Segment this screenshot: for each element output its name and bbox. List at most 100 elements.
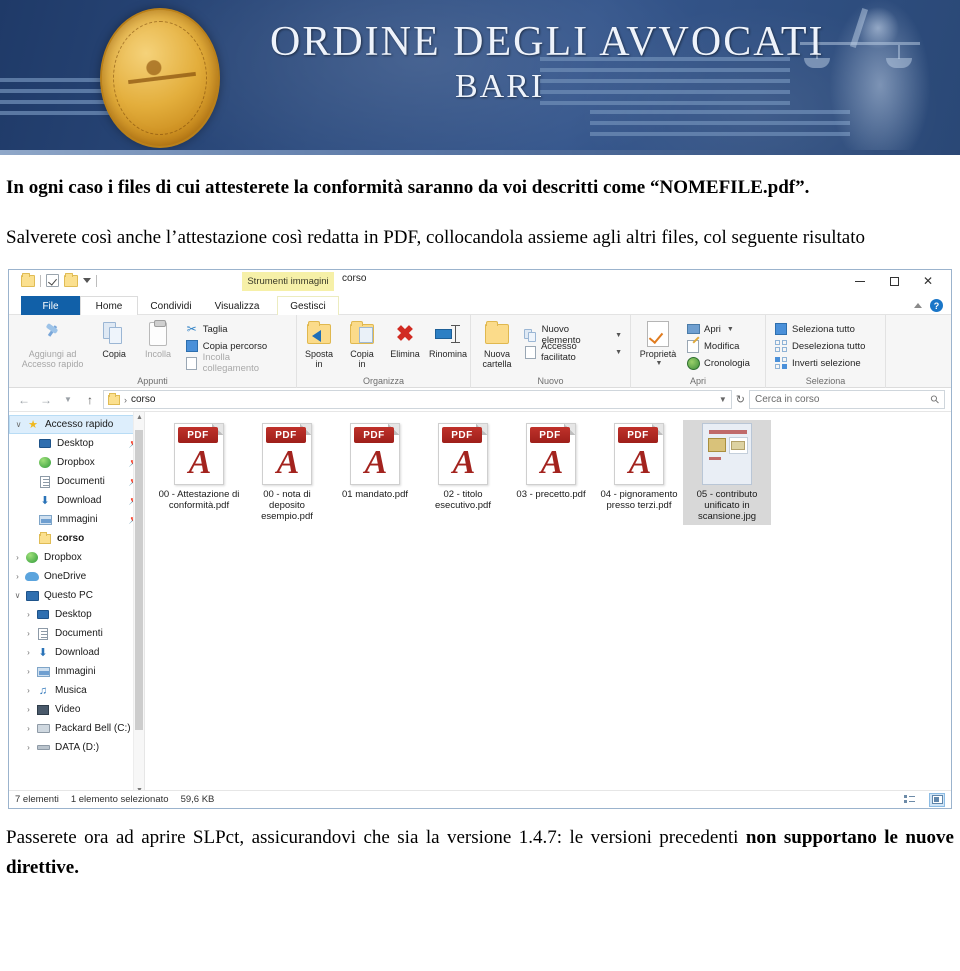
button-aggiungi-accesso-rapido[interactable]: Aggiungi ad Accesso rapido [14,319,91,371]
window-controls[interactable]: ✕ [843,270,945,292]
chevron-right-icon[interactable]: › [11,553,24,562]
address-bar[interactable]: ← → ▼ ↑ › corso ▼ ↻ Cerca in corso ⚲ [9,388,951,412]
chevron-right-icon[interactable]: › [22,610,35,619]
sidebar-item-desktop-quick[interactable]: Desktop 📌 [9,434,144,453]
breadcrumb[interactable]: › corso ▼ [103,390,732,409]
chevron-down-icon[interactable]: ▼ [719,395,727,404]
tab-condividi[interactable]: Condividi [138,296,204,315]
dropdown-caret-icon[interactable]: ▼ [656,359,663,369]
chevron-right-icon[interactable]: › [22,648,35,657]
chevron-right-icon[interactable]: › [22,743,35,752]
file-explorer-window[interactable]: Strumenti immagini corso ✕ File Home Con… [8,269,952,809]
tab-gestisci[interactable]: Gestisci [277,296,339,315]
minimize-icon[interactable] [843,270,877,292]
chevron-down-icon[interactable]: ∨ [12,420,25,429]
button-copia-in[interactable]: Copia in [342,319,382,371]
maximize-icon[interactable] [877,270,911,292]
button-modifica[interactable]: Modifica [683,338,753,354]
sidebar-item-video[interactable]: › Video [9,700,144,719]
sidebar-item-immagini-quick[interactable]: Immagini 📌 [9,510,144,529]
file-item[interactable]: PDF A 00 - nota di deposito esempio.pdf [243,420,331,525]
chevron-right-icon[interactable]: › [11,572,24,581]
tab-home[interactable]: Home [80,296,138,315]
sidebar-item-desktop-pc[interactable]: › Desktop [9,605,144,624]
button-sposta-in[interactable]: Sposta in [299,319,339,371]
button-incolla-collegamento[interactable]: Incolla collegamento [182,352,291,374]
sidebar-item-data-d[interactable]: › DATA (D:) [9,738,144,757]
button-copia[interactable]: Copia [94,319,134,361]
button-proprieta[interactable]: Proprietà ▼ [636,319,680,371]
chevron-right-icon[interactable]: › [22,724,35,733]
button-inverti-selezione[interactable]: Inverti selezione [771,355,868,371]
up-arrow-icon[interactable]: ↑ [81,391,99,409]
button-apri[interactable]: Apri ▼ [683,321,753,337]
help-icon[interactable]: ? [930,299,943,312]
file-item-selected[interactable]: 05 - contributo unificato in scansione.j… [683,420,771,525]
sidebar-item-musica[interactable]: › ♫ Musica [9,681,144,700]
button-seleziona-tutto[interactable]: Seleziona tutto [771,321,868,337]
sidebar-item-dropbox[interactable]: › Dropbox [9,548,144,567]
customize-caret-icon[interactable] [83,278,91,283]
tab-file[interactable]: File [21,296,80,315]
refresh-icon[interactable]: ↻ [736,393,745,406]
file-item[interactable]: PDF A 03 - precetto.pdf [507,420,595,525]
ribbon-help-row[interactable]: ? [914,296,943,315]
sidebar-item-corso[interactable]: corso [9,529,144,548]
file-item[interactable]: PDF A 01 mandato.pdf [331,420,419,525]
button-deseleziona-tutto[interactable]: Deseleziona tutto [771,338,868,354]
scroll-up-arrow-icon[interactable]: ▲ [136,414,143,421]
breadcrumb-current[interactable]: corso [131,394,155,405]
group-label-seleziona: Seleziona [805,376,846,386]
properties-checkbox-icon[interactable] [46,274,59,287]
chevron-down-icon[interactable]: ∨ [11,591,24,600]
breadcrumb-separator: › [124,394,127,405]
chevron-right-icon[interactable]: › [22,667,35,676]
chevron-up-icon[interactable] [914,303,922,308]
sidebar-item-documenti-quick[interactable]: Documenti 📌 [9,472,144,491]
sidebar-item-immagini-pc[interactable]: › Immagini [9,662,144,681]
ribbon-tabs[interactable]: File Home Condividi Visualizza Gestisci … [9,296,951,315]
button-nuova-cartella[interactable]: Nuova cartella [476,319,518,371]
close-icon[interactable]: ✕ [911,270,945,292]
button-accesso-facilitato[interactable]: Accesso facilitato ▼ [521,341,625,363]
sidebar-item-download-pc[interactable]: › ⬇ Download [9,643,144,662]
folder-icon[interactable] [21,272,35,287]
sidebar-item-onedrive[interactable]: › OneDrive [9,567,144,586]
sidebar-item-packard-bell-c[interactable]: › Packard Bell (C:) [9,719,144,738]
button-cronologia[interactable]: Cronologia [683,355,753,371]
tab-visualizza[interactable]: Visualizza [204,296,270,315]
button-taglia[interactable]: ✂ Taglia [182,321,291,337]
sidebar-item-accesso-rapido[interactable]: ∨ ★ Accesso rapido [9,415,144,434]
button-rinomina[interactable]: Rinomina [428,319,468,361]
search-input[interactable]: Cerca in corso ⚲ [749,390,945,409]
dropdown-caret-icon[interactable]: ▼ [615,349,622,356]
back-arrow-icon[interactable]: ← [15,391,33,409]
sidebar-item-download-quick[interactable]: ⬇ Download 📌 [9,491,144,510]
ribbon[interactable]: Aggiungi ad Accesso rapido Copia Incolla… [9,315,951,388]
recent-caret-icon[interactable]: ▼ [59,391,77,409]
sidebar-item-documenti-pc[interactable]: › Documenti [9,624,144,643]
sidebar-item-label: corso [57,533,85,544]
dropdown-caret-icon[interactable]: ▼ [615,332,622,339]
quick-access-toolbar[interactable] [21,272,97,287]
file-item[interactable]: PDF A 04 - pignoramento presso terzi.pdf [595,420,683,525]
scrollbar-thumb[interactable] [135,430,143,730]
sidebar-item-dropbox-quick[interactable]: Dropbox 📌 [9,453,144,472]
new-folder-icon[interactable] [64,272,78,287]
button-elimina[interactable]: ✖ Elimina [385,319,425,361]
sidebar-item-questo-pc[interactable]: ∨ Questo PC [9,586,144,605]
button-incolla[interactable]: Incolla [137,319,179,361]
navpane-scrollbar[interactable]: ▲ ▼ [133,412,144,796]
search-icon[interactable]: ⚲ [928,392,942,407]
chevron-right-icon[interactable]: › [22,705,35,714]
details-view-icon[interactable] [901,793,917,807]
chevron-right-icon[interactable]: › [22,629,35,638]
file-item[interactable]: PDF A 02 - titolo esecutivo.pdf [419,420,507,525]
forward-arrow-icon[interactable]: → [37,391,55,409]
navigation-pane[interactable]: ∨ ★ Accesso rapido Desktop 📌 Dropbox 📌 D… [9,412,145,796]
thumbnails-view-icon[interactable] [929,792,945,807]
chevron-right-icon[interactable]: › [22,686,35,695]
file-item[interactable]: PDF A 00 - Attestazione di conformità.pd… [155,420,243,525]
file-list-pane[interactable]: PDF A 00 - Attestazione di conformità.pd… [145,412,951,796]
dropdown-caret-icon[interactable]: ▼ [727,326,734,333]
